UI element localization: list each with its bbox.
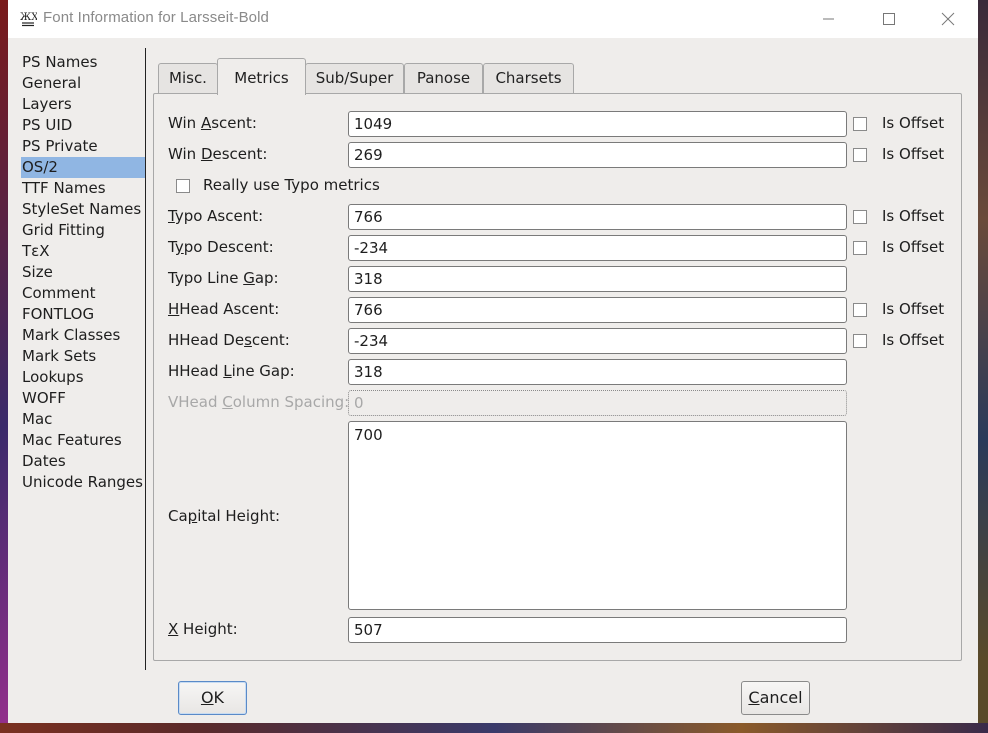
sidebar-item-ps-private[interactable]: PS Private bbox=[21, 136, 146, 157]
typo-descent-input[interactable]: -234 bbox=[348, 235, 847, 261]
x-height-row: X Height: 507 bbox=[154, 617, 961, 643]
win-ascent-input[interactable]: 1049 bbox=[348, 111, 847, 137]
really-use-typo-row: Really use Typo metrics bbox=[154, 173, 961, 199]
tab-panose[interactable]: Panose bbox=[404, 63, 483, 94]
tab-metrics[interactable]: Metrics bbox=[217, 58, 306, 95]
win-descent-input[interactable]: 269 bbox=[348, 142, 847, 168]
sidebar-item-styleset-names[interactable]: StyleSet Names bbox=[21, 199, 146, 220]
hhead-descent-is-offset-label: Is Offset bbox=[882, 331, 945, 349]
tab-sub-super[interactable]: Sub/Super bbox=[305, 63, 404, 94]
sidebar-item-dates[interactable]: Dates bbox=[21, 451, 146, 472]
tab-charsets[interactable]: Charsets bbox=[483, 63, 574, 94]
typo-line-gap-input[interactable]: 318 bbox=[348, 266, 847, 292]
sidebar-item-ttf-names[interactable]: TTF Names bbox=[21, 178, 146, 199]
window-title: Font Information for Larsseit-Bold bbox=[43, 9, 269, 26]
capital-height-input[interactable]: 700 bbox=[348, 421, 847, 610]
metrics-panel: Win Ascent: 1049 Is Offset Win Descent: … bbox=[153, 93, 962, 661]
typo-ascent-is-offset-checkbox[interactable] bbox=[853, 210, 867, 224]
sidebar-item-mark-sets[interactable]: Mark Sets bbox=[21, 346, 146, 367]
hhead-descent-input[interactable]: -234 bbox=[348, 328, 847, 354]
win-ascent-is-offset-label: Is Offset bbox=[882, 114, 945, 132]
win-descent-row: Win Descent: 269 Is Offset bbox=[154, 142, 961, 168]
font-info-dialog: ЖX Font Information for Larsseit-Bold PS… bbox=[8, 0, 978, 723]
typo-ascent-is-offset-label: Is Offset bbox=[882, 207, 945, 225]
typo-ascent-input[interactable]: 766 bbox=[348, 204, 847, 230]
win-descent-is-offset-checkbox[interactable] bbox=[853, 148, 867, 162]
typo-descent-is-offset-checkbox[interactable] bbox=[853, 241, 867, 255]
minimize-button[interactable] bbox=[806, 0, 852, 38]
sidebar-item-woff[interactable]: WOFF bbox=[21, 388, 146, 409]
vhead-column-spacing-label: VHead Column Spacing: bbox=[168, 393, 350, 411]
hhead-descent-row: HHead Descent: -234 Is Offset bbox=[154, 328, 961, 354]
vhead-column-spacing-input: 0 bbox=[348, 390, 847, 416]
sidebar-item-layers[interactable]: Layers bbox=[21, 94, 146, 115]
hhead-ascent-input[interactable]: 766 bbox=[348, 297, 847, 323]
win-ascent-is-offset-checkbox[interactable] bbox=[853, 117, 867, 131]
sidebar-item-comment[interactable]: Comment bbox=[21, 283, 146, 304]
hhead-line-gap-label: HHead Line Gap: bbox=[168, 362, 295, 380]
win-descent-label: Win Descent: bbox=[168, 145, 268, 163]
typo-ascent-label: Typo Ascent: bbox=[168, 207, 264, 225]
svg-text:ЖX: ЖX bbox=[20, 12, 37, 23]
hhead-ascent-is-offset-checkbox[interactable] bbox=[853, 303, 867, 317]
capital-height-row: Capital Height: 700 bbox=[154, 421, 961, 611]
hhead-descent-is-offset-checkbox[interactable] bbox=[853, 334, 867, 348]
sidebar-item-fontlog[interactable]: FONTLOG bbox=[21, 304, 146, 325]
typo-descent-row: Typo Descent: -234 Is Offset bbox=[154, 235, 961, 261]
minimize-icon bbox=[823, 18, 834, 20]
win-ascent-row: Win Ascent: 1049 Is Offset bbox=[154, 111, 961, 137]
hhead-ascent-row: HHead Ascent: 766 Is Offset bbox=[154, 297, 961, 323]
really-use-typo-label: Really use Typo metrics bbox=[203, 176, 380, 194]
typo-line-gap-label: Typo Line Gap: bbox=[168, 269, 279, 287]
hhead-line-gap-input[interactable]: 318 bbox=[348, 359, 847, 385]
sidebar-item-general[interactable]: General bbox=[21, 73, 146, 94]
x-height-input[interactable]: 507 bbox=[348, 617, 847, 643]
sidebar-item-size[interactable]: Size bbox=[21, 262, 146, 283]
maximize-icon bbox=[883, 13, 895, 25]
sidebar-item-unicode-ranges[interactable]: Unicode Ranges bbox=[21, 472, 146, 493]
typo-descent-is-offset-label: Is Offset bbox=[882, 238, 945, 256]
sidebar-list: PS Names General Layers PS UID PS Private OS/… bbox=[21, 52, 146, 493]
desktop-wallpaper-bottom bbox=[0, 723, 988, 733]
desktop-wallpaper-right bbox=[978, 0, 988, 733]
maximize-button[interactable] bbox=[867, 0, 913, 38]
x-height-label: X Height: bbox=[168, 620, 238, 638]
sidebar-item-os-2[interactable]: OS/2 bbox=[21, 157, 146, 178]
hhead-ascent-label: HHead Ascent: bbox=[168, 300, 280, 318]
hhead-descent-label: HHead Descent: bbox=[168, 331, 290, 349]
close-button[interactable] bbox=[926, 0, 972, 38]
sidebar-divider bbox=[145, 48, 146, 670]
cancel-button[interactable]: Cancel bbox=[741, 681, 810, 715]
hhead-line-gap-row: HHead Line Gap: 318 bbox=[154, 359, 961, 385]
really-use-typo-checkbox[interactable] bbox=[176, 179, 190, 193]
close-icon bbox=[941, 12, 955, 26]
sidebar-item-mark-classes[interactable]: Mark Classes bbox=[21, 325, 146, 346]
hhead-ascent-is-offset-label: Is Offset bbox=[882, 300, 945, 318]
ok-button[interactable]: OK bbox=[178, 681, 247, 715]
win-ascent-label: Win Ascent: bbox=[168, 114, 257, 132]
sidebar-item-mac-features[interactable]: Mac Features bbox=[21, 430, 146, 451]
win-descent-is-offset-label: Is Offset bbox=[882, 145, 945, 163]
sidebar-item-ps-names[interactable]: PS Names bbox=[21, 52, 146, 73]
sidebar-item-grid-fitting[interactable]: Grid Fitting bbox=[21, 220, 146, 241]
capital-height-label: Capital Height: bbox=[168, 507, 281, 525]
typo-line-gap-row: Typo Line Gap: 318 bbox=[154, 266, 961, 292]
sidebar-item-lookups[interactable]: Lookups bbox=[21, 367, 146, 388]
sidebar-item-t-x[interactable]: TεX bbox=[21, 241, 146, 262]
title-bar[interactable]: ЖX Font Information for Larsseit-Bold bbox=[8, 0, 978, 38]
typo-ascent-row: Typo Ascent: 766 Is Offset bbox=[154, 204, 961, 230]
typo-descent-label: Typo Descent: bbox=[168, 238, 274, 256]
sidebar-item-ps-uid[interactable]: PS UID bbox=[21, 115, 146, 136]
fontforge-app-icon: ЖX bbox=[19, 9, 39, 27]
vhead-column-spacing-row: VHead Column Spacing: 0 bbox=[154, 390, 961, 416]
sidebar-item-mac[interactable]: Mac bbox=[21, 409, 146, 430]
tab-misc[interactable]: Misc. bbox=[158, 63, 218, 94]
